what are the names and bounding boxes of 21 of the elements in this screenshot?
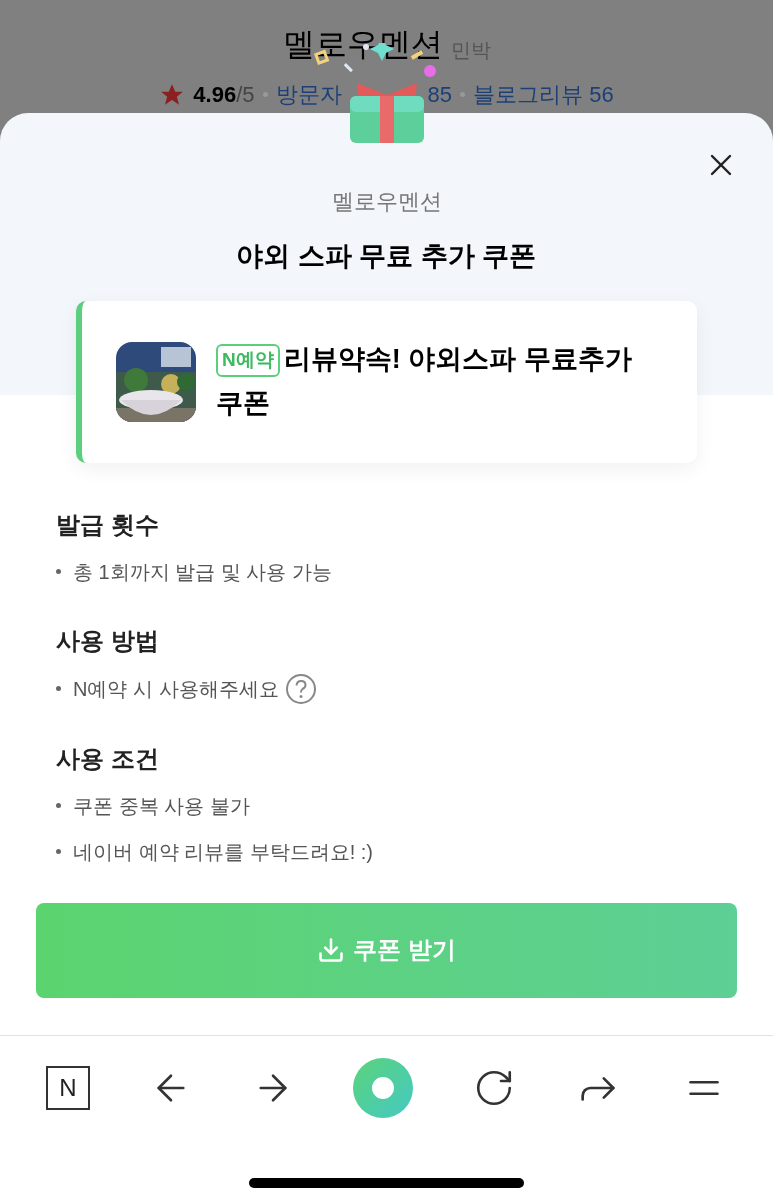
download-icon [317, 936, 346, 964]
condition-text: 쿠폰 중복 사용 불가 [73, 793, 250, 819]
dot-circle-icon[interactable] [353, 1058, 414, 1118]
store-name: 멜로우멘션 [331, 188, 442, 216]
rating-value: 4.96 [193, 81, 237, 109]
blog-reviews-link[interactable]: 블로그리뷰 56 [473, 78, 614, 111]
rating-max: /5 [236, 81, 255, 109]
place-name: 멜로우멘션 [282, 28, 443, 60]
download-coupon-button[interactable]: 쿠폰 받기 [36, 902, 737, 998]
section-heading: 사용 조건 [56, 743, 160, 774]
visitor-reviews-link[interactable]: 방문자 [275, 78, 342, 111]
condition-text: 네이버 예약 리뷰를 부탁드려요! :) [73, 839, 373, 865]
coupon-title: 야외 스파 무료 추가 쿠폰 [236, 240, 537, 273]
help-icon[interactable] [284, 672, 317, 705]
condition-text: 총 1회까지 발급 및 사용 가능 [73, 559, 332, 585]
home-key[interactable]: N [45, 1066, 90, 1110]
section-heading: 발급 횟수 [56, 509, 160, 540]
visitor-reviews-count[interactable]: 85 [427, 78, 453, 111]
coupon-name: N예약 리뷰약속! 야외스파 무료추가 쿠폰 [216, 343, 633, 420]
section-heading: 사용 방법 [56, 625, 160, 656]
condition-text: N예약 시 사용해주세요 [73, 676, 279, 702]
